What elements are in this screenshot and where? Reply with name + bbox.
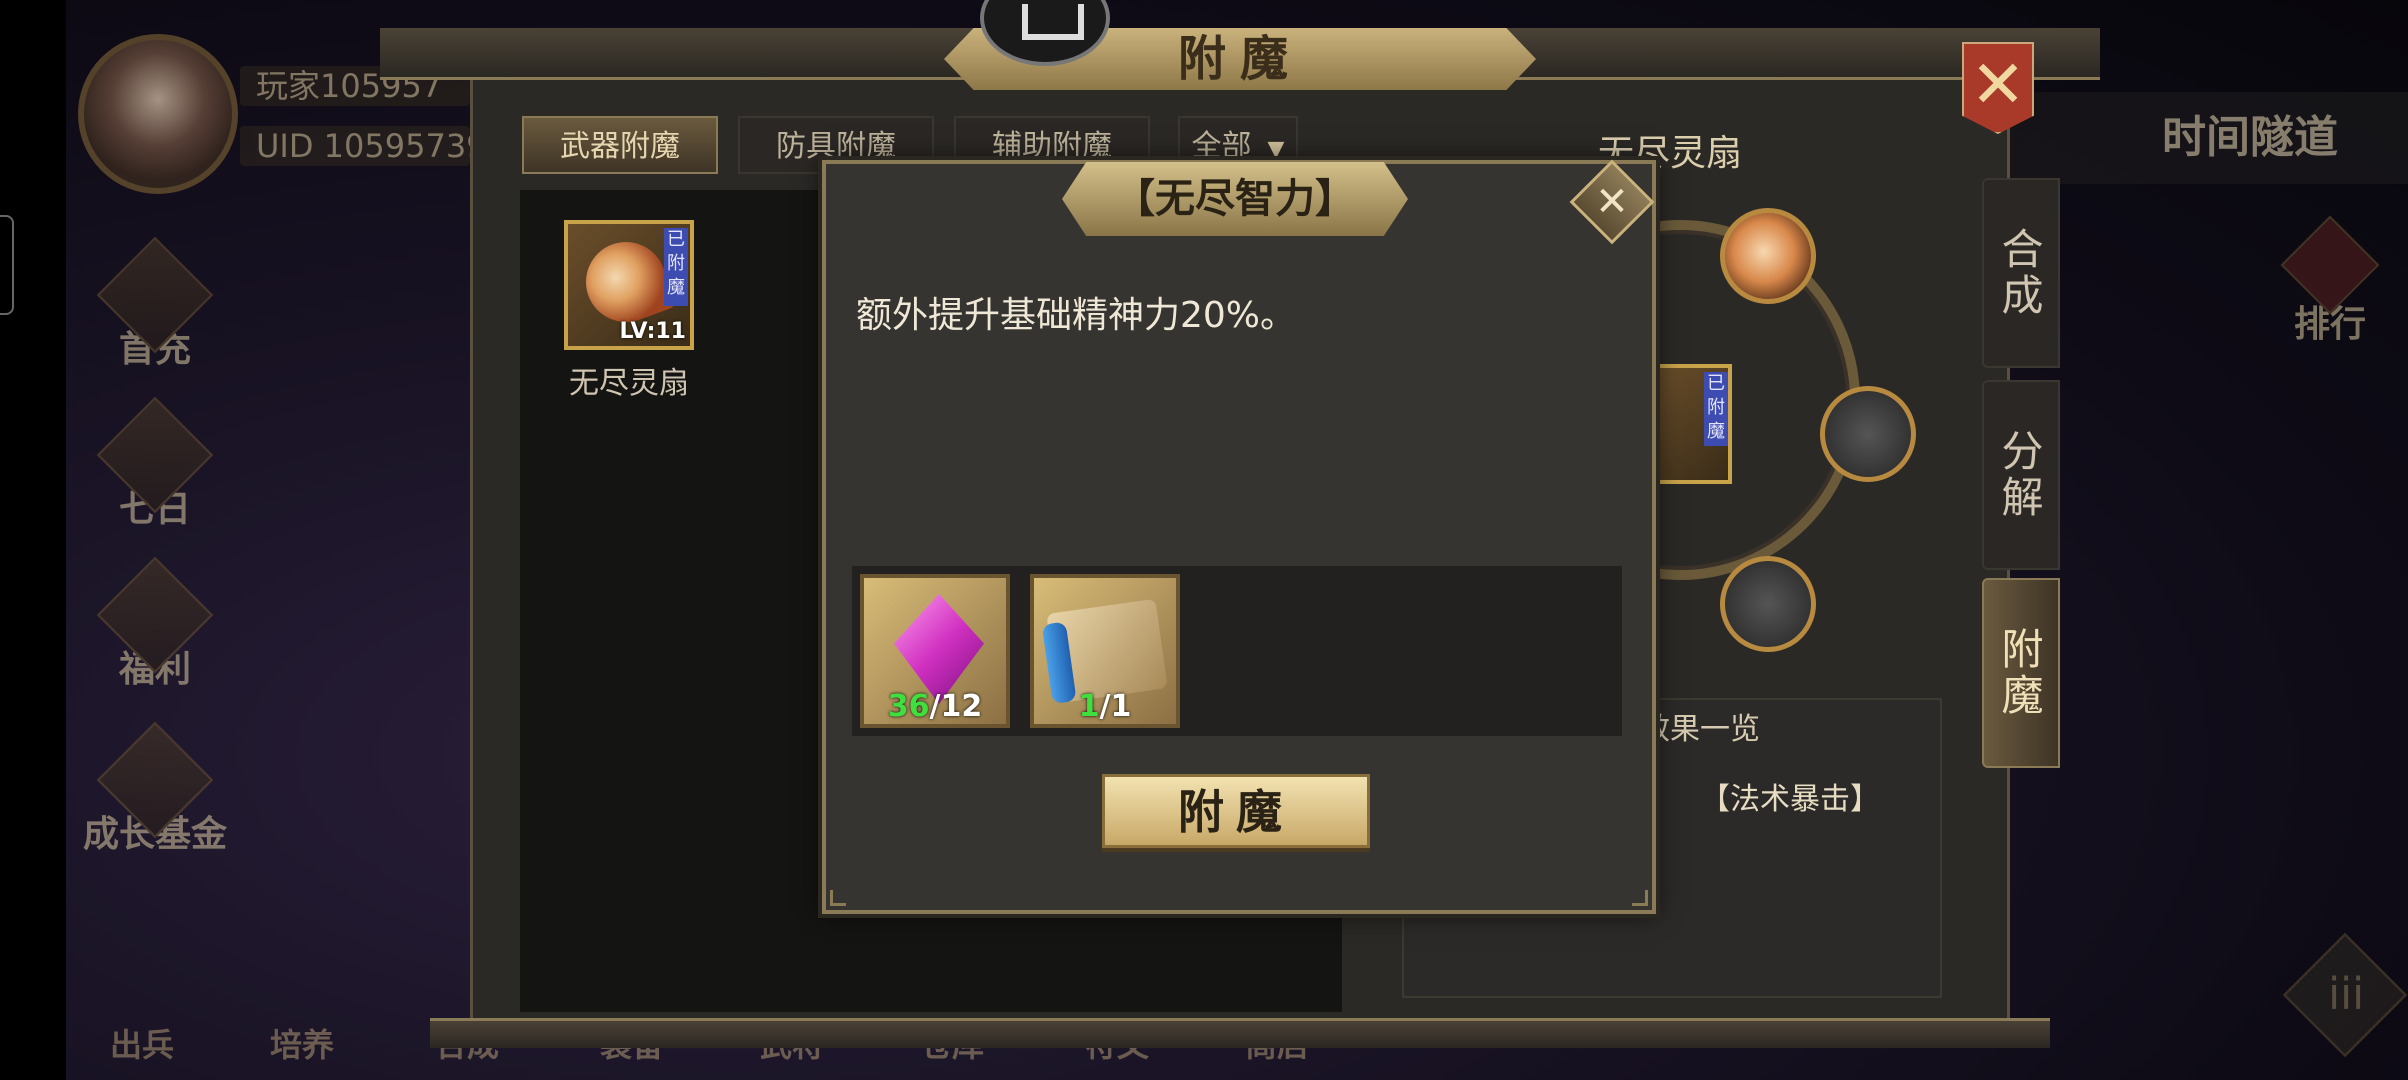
effect-item: 【法术暴击】 bbox=[1700, 782, 1880, 817]
player-uid: UID 105957394 bbox=[240, 126, 470, 166]
more-menu-button[interactable]: iii bbox=[2282, 932, 2408, 1058]
enchant-slot-3[interactable] bbox=[1720, 556, 1816, 652]
center-equipment-icon: 已附魔 bbox=[1650, 364, 1732, 484]
fan-weapon-icon bbox=[574, 230, 678, 334]
menu-growth-fund[interactable]: 成长基金 bbox=[80, 721, 230, 857]
rank-button[interactable]: 排行 bbox=[2270, 215, 2390, 355]
enchant-button[interactable]: 附魔 bbox=[1102, 774, 1370, 848]
side-tab-enchant[interactable]: 附魔 bbox=[1982, 578, 2060, 768]
effects-header: 效果一览 bbox=[1640, 712, 1760, 747]
nav-cultivate[interactable]: 培养 bbox=[270, 1020, 334, 1066]
filter-selected: 全部 bbox=[1191, 129, 1252, 164]
tab-weapon-enchant[interactable]: 武器附魔 bbox=[522, 116, 718, 174]
center-enchanted-badge: 已附魔 bbox=[1704, 372, 1728, 446]
side-tab-decompose[interactable]: 分解 bbox=[1982, 380, 2060, 570]
game-screen: 玩家105957 UID 105957394 首充 七日 福利 成长基金 出兵 … bbox=[0, 0, 2408, 1080]
dialog-title: 【无尽智力】 bbox=[1062, 162, 1408, 236]
dialog-description: 额外提升基础精神力20%。 bbox=[856, 295, 1297, 336]
dialog-corner-ornament bbox=[1632, 890, 1648, 906]
dialog-corner-ornament bbox=[830, 890, 846, 906]
nav-send-troops[interactable]: 出兵 bbox=[110, 1020, 174, 1066]
panel-bottom-frame bbox=[430, 1018, 2050, 1048]
close-icon: ✕ bbox=[1970, 46, 2026, 123]
screen-notch bbox=[0, 215, 14, 315]
more-menu-icon: iii bbox=[2328, 968, 2365, 1019]
menu-first-recharge[interactable]: 首充 bbox=[80, 236, 230, 372]
time-tunnel-banner[interactable]: 时间隧道 bbox=[2010, 92, 2408, 184]
material-slot-crystal[interactable]: 36/12 bbox=[860, 574, 1010, 728]
equipment-slot[interactable]: 已附魔 LV:11 bbox=[564, 220, 694, 350]
menu-seven-days[interactable]: 七日 bbox=[80, 396, 230, 532]
material-slot-scroll[interactable]: 1/1 bbox=[1030, 574, 1180, 728]
side-tab-synthesize[interactable]: 合成 bbox=[1982, 178, 2060, 368]
chevron-down-icon: ▼ bbox=[1267, 137, 1285, 162]
enchanted-badge: 已附魔 bbox=[664, 228, 688, 306]
enchant-slot-1[interactable] bbox=[1720, 208, 1816, 304]
panel-close-button[interactable]: ✕ bbox=[1962, 42, 2034, 134]
pink-crystal-icon bbox=[894, 594, 984, 704]
item-level: LV:11 bbox=[619, 319, 686, 344]
left-black-bar bbox=[0, 0, 66, 1080]
material-count: 1/1 bbox=[1078, 689, 1132, 724]
close-icon: ✕ bbox=[1595, 179, 1629, 225]
material-count: 36/12 bbox=[887, 689, 983, 724]
enchant-slot-2[interactable] bbox=[1820, 386, 1916, 482]
scroll-icon bbox=[1046, 598, 1168, 704]
player-avatar[interactable] bbox=[78, 34, 238, 194]
equipment-name: 无尽灵扇 bbox=[569, 366, 689, 401]
menu-welfare[interactable]: 福利 bbox=[80, 556, 230, 692]
